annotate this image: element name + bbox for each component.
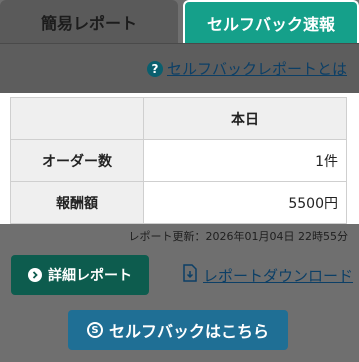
help-icon: ? <box>146 60 163 77</box>
report-download-link[interactable]: レポートダウンロード <box>183 264 353 286</box>
selfback-s-icon: S <box>86 322 103 338</box>
tab-simple-report-label: 簡易レポート <box>40 13 137 33</box>
selfback-button[interactable]: S セルフバックはこちら <box>68 310 288 350</box>
report-table: 本日 オーダー数 1件 報酬額 5500円 <box>10 97 347 224</box>
tab-simple-report[interactable]: 簡易レポート <box>0 0 178 43</box>
row-label-reward: 報酬額 <box>10 181 144 224</box>
chevron-right-icon <box>28 268 42 282</box>
table-row: オーダー数 1件 <box>10 139 347 182</box>
tab-selfback-flash-label: セルフバック速報 <box>206 14 335 34</box>
row-label-orders: オーダー数 <box>10 139 144 182</box>
detail-report-button[interactable]: 詳細レポート <box>11 255 149 295</box>
detail-report-label: 詳細レポート <box>48 268 132 284</box>
report-table-panel: 本日 オーダー数 1件 報酬額 5500円 <box>0 93 359 224</box>
selfback-report-help-link[interactable]: セルフバックレポートとは <box>167 58 347 79</box>
report-updated-timestamp: レポート更新：2026年01月04日 22時55分 <box>128 230 348 243</box>
download-file-icon <box>183 264 197 286</box>
selfback-button-label: セルフバックはこちら <box>108 322 269 341</box>
tab-selfback-flash[interactable]: セルフバック速報 <box>183 0 359 43</box>
row-value-reward: 5500円 <box>143 181 347 224</box>
table-row: 報酬額 5500円 <box>10 181 347 224</box>
row-value-orders: 1件 <box>143 139 347 182</box>
report-download-label: レポートダウンロード <box>203 266 354 285</box>
column-header-today: 本日 <box>143 97 347 140</box>
help-link-row: ? セルフバックレポートとは <box>0 43 359 93</box>
table-header-row: 本日 <box>10 97 347 140</box>
table-corner-cell <box>10 97 144 140</box>
